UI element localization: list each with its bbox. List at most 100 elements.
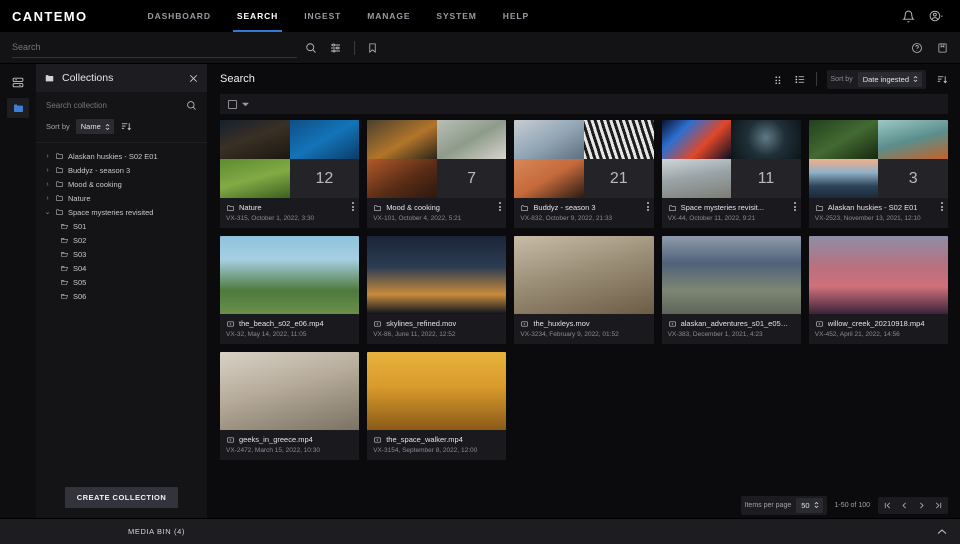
asset-card[interactable]: the_huxleys.movVX-3234, February 9, 2022… <box>514 236 653 344</box>
asset-card[interactable]: alaskan_adventures_s01_e05.mp4VX-383, De… <box>662 236 801 344</box>
search-input-wrap <box>12 38 297 58</box>
sort-descending-icon[interactable] <box>120 121 132 132</box>
thumbnail-tile <box>662 120 732 159</box>
user-avatar-icon[interactable] <box>929 10 944 23</box>
asset-card[interactable]: the_space_walker.mp4VX-3154, September 8… <box>367 352 506 460</box>
results-sort-value: Date ingested <box>863 75 909 84</box>
nav-item-help[interactable]: HELP <box>503 0 529 32</box>
chevron-down-icon[interactable]: ⌄ <box>44 208 51 216</box>
card-more-options-icon[interactable] <box>941 202 943 211</box>
chevron-down-icon[interactable] <box>242 102 249 107</box>
help-circle-icon[interactable] <box>911 42 923 54</box>
asset-thumbnail <box>220 352 359 430</box>
collection-card[interactable]: 21Buddyz - season 3VX-832, October 9, 20… <box>514 120 653 228</box>
chevron-right-icon[interactable]: › <box>44 181 51 188</box>
panel-toggle-icon[interactable] <box>7 72 29 92</box>
nav-item-search[interactable]: SEARCH <box>237 0 278 32</box>
thumbnail-tile <box>437 120 507 159</box>
chevron-right-icon[interactable]: › <box>44 153 51 160</box>
card-metadata: NatureVX-315, October 1, 2022, 3:30 <box>220 198 359 228</box>
collection-sort-select[interactable]: Name <box>76 119 114 134</box>
list-view-icon[interactable] <box>794 74 806 85</box>
nav-item-manage[interactable]: MANAGE <box>367 0 410 32</box>
top-navigation-bar: CANTEMO DASHBOARDSEARCHINGESTMANAGESYSTE… <box>0 0 960 32</box>
card-subtitle: VX-32, May 14, 2022, 11:05 <box>226 331 353 338</box>
grid-view-icon[interactable] <box>773 74 784 85</box>
collection-tree-item[interactable]: ›Nature <box>36 191 207 205</box>
save-search-icon[interactable] <box>937 42 948 54</box>
selection-bar <box>220 94 948 114</box>
results-scroll-area[interactable]: 12NatureVX-315, October 1, 2022, 3:307Mo… <box>208 114 960 492</box>
media-bin-label: MEDIA BIN (4) <box>128 527 185 536</box>
collections-folder-icon[interactable] <box>7 98 29 118</box>
collection-card[interactable]: 12NatureVX-315, October 1, 2022, 3:30 <box>220 120 359 228</box>
folder-icon <box>60 292 69 300</box>
collection-card[interactable]: 11Space mysteries revisit...VX-44, Octob… <box>662 120 801 228</box>
asset-card[interactable]: skylines_refined.movVX-86, June 11, 2022… <box>367 236 506 344</box>
bookmark-icon[interactable] <box>367 42 378 54</box>
search-icon[interactable] <box>186 100 197 111</box>
media-bin-bar[interactable]: MEDIA BIN (4) <box>0 518 960 544</box>
collection-search-input[interactable] <box>46 101 186 110</box>
folder-icon <box>60 236 69 244</box>
collection-tree-item[interactable]: S06 <box>36 289 207 303</box>
thumbnail-tile <box>367 159 437 198</box>
collection-thumbnail-mosaic: 11 <box>662 120 801 198</box>
search-icon[interactable] <box>305 42 317 54</box>
folder-icon <box>815 204 824 212</box>
cantemo-app: CANTEMO DASHBOARDSEARCHINGESTMANAGESYSTE… <box>0 0 960 544</box>
asset-card[interactable]: the_beach_s02_e06.mp4VX-32, May 14, 2022… <box>220 236 359 344</box>
results-sort-select[interactable]: Date ingested <box>858 72 922 87</box>
asset-card[interactable]: willow_creek_20210918.mp4VX-452, April 2… <box>809 236 948 344</box>
collection-tree-item-label: S04 <box>73 264 86 273</box>
collection-tree-item[interactable]: S04 <box>36 261 207 275</box>
card-more-options-icon[interactable] <box>352 202 354 211</box>
folder-icon <box>55 152 64 160</box>
divider <box>354 41 355 55</box>
card-more-options-icon[interactable] <box>647 202 649 211</box>
asset-card[interactable]: geeks_in_greece.mp4VX-2472, March 15, 20… <box>220 352 359 460</box>
chevron-right-icon[interactable]: › <box>44 167 51 174</box>
collection-tree-item[interactable]: ›Mood & cooking <box>36 177 207 191</box>
collection-card[interactable]: 7Mood & cookingVX-101, October 4, 2022, … <box>367 120 506 228</box>
thumbnail-tile <box>584 120 654 159</box>
sort-descending-icon[interactable] <box>936 74 948 85</box>
card-more-options-icon[interactable] <box>499 202 501 211</box>
filter-sliders-icon[interactable] <box>329 42 342 54</box>
items-per-page-select[interactable]: 50 <box>796 498 822 513</box>
close-icon[interactable] <box>188 73 199 84</box>
collection-tree-item[interactable]: S03 <box>36 247 207 261</box>
card-metadata: geeks_in_greece.mp4VX-2472, March 15, 20… <box>220 430 359 460</box>
collection-card[interactable]: 3Alaskan huskies - S02 E01VX-2523, Novem… <box>809 120 948 228</box>
nav-item-ingest[interactable]: INGEST <box>304 0 341 32</box>
folder-icon <box>520 204 529 212</box>
global-search-bar <box>0 32 960 64</box>
pagination-bar: Items per page 50 1-50 of 100 <box>208 492 960 518</box>
page-last-icon[interactable] <box>931 498 946 513</box>
chevron-right-icon[interactable]: › <box>44 195 51 202</box>
card-subtitle: VX-315, October 1, 2022, 3:30 <box>226 215 353 222</box>
create-collection-button[interactable]: CREATE COLLECTION <box>65 487 179 508</box>
collection-tree-item[interactable]: ›Alaskan huskies - S02 E01 <box>36 149 207 163</box>
chevron-up-icon[interactable] <box>936 528 948 536</box>
page-first-icon[interactable] <box>880 498 895 513</box>
folder-icon <box>668 204 677 212</box>
card-metadata: Alaskan huskies - S02 E01VX-2523, Novemb… <box>809 198 948 228</box>
search-input[interactable] <box>12 38 297 58</box>
collection-tree-item[interactable]: S01 <box>36 219 207 233</box>
page-prev-icon[interactable] <box>897 498 912 513</box>
collection-tree-item[interactable]: ›Buddyz - season 3 <box>36 163 207 177</box>
nav-item-system[interactable]: SYSTEM <box>436 0 476 32</box>
select-all-checkbox[interactable] <box>228 100 237 109</box>
collections-title: Collections <box>62 72 113 84</box>
results-sort-label: Sort by <box>831 76 853 83</box>
nav-item-dashboard[interactable]: DASHBOARD <box>148 0 211 32</box>
card-more-options-icon[interactable] <box>794 202 796 211</box>
collection-tree-item[interactable]: ⌄Space mysteries revisited <box>36 205 207 219</box>
collection-sort-label: Sort by <box>46 122 70 131</box>
collection-tree-item[interactable]: S05 <box>36 275 207 289</box>
collection-tree-item[interactable]: S02 <box>36 233 207 247</box>
thumbnail-tile <box>290 120 360 159</box>
bell-icon[interactable] <box>902 10 915 23</box>
page-next-icon[interactable] <box>914 498 929 513</box>
